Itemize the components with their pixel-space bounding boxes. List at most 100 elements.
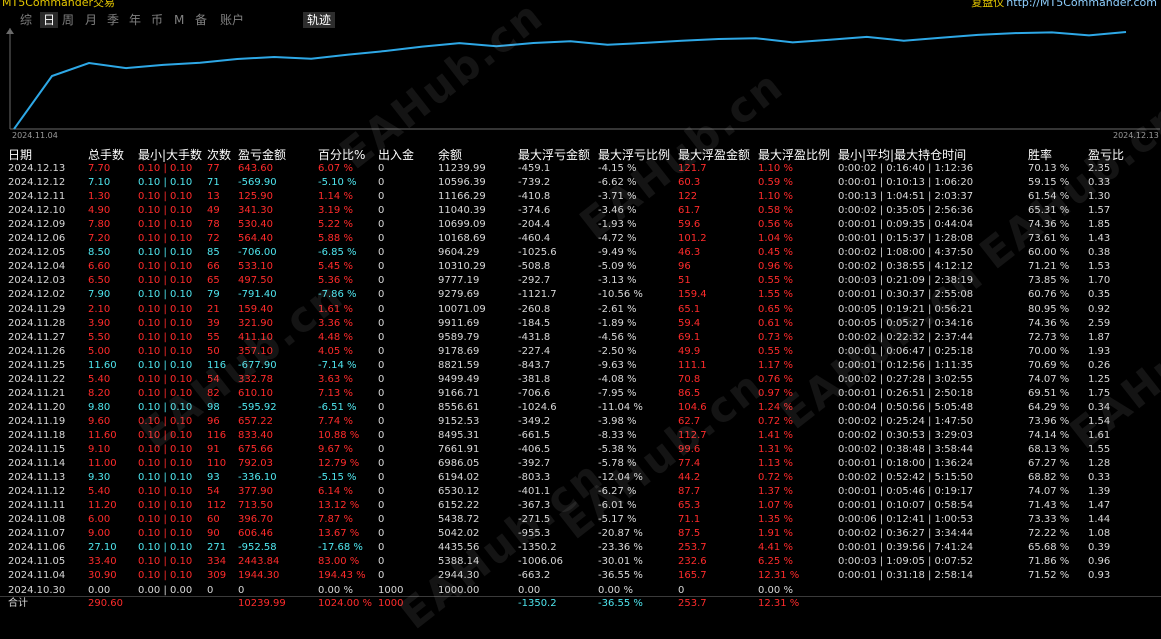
table-row[interactable]: 2024.11.21 8.20 0.10 | 0.10 82 610.10 7.13 % 0… xyxy=(0,387,1161,401)
cell-max-floating-loss: -292.7 xyxy=(518,275,551,287)
table-row[interactable]: 2024.12.05 8.50 0.10 | 0.10 85 -706.00 -6.85 … xyxy=(0,246,1161,260)
table-row[interactable]: 2024.11.19 9.60 0.10 | 0.10 96 657.22 7.74 % 0… xyxy=(0,415,1161,429)
table-row[interactable]: 2024.11.15 9.10 0.10 | 0.10 91 675.66 9.67 % 0… xyxy=(0,443,1161,457)
replay-label: 复盘仪 xyxy=(971,0,1005,9)
col-total-lots[interactable]: 总手数 xyxy=(88,146,124,163)
tab-track[interactable]: 轨迹 xyxy=(303,12,336,28)
cell-pct: -6.51 % xyxy=(318,401,357,413)
cell-win-rate: 65.31 % xyxy=(1028,205,1070,217)
table-row[interactable]: 2024.11.26 5.00 0.10 | 0.10 50 357.10 4.05 % 0… xyxy=(0,345,1161,359)
cell-date: 2024.12.03 xyxy=(8,275,66,287)
table-row[interactable]: 2024.11.27 5.50 0.10 | 0.10 55 411.10 4.48 % 0… xyxy=(0,331,1161,345)
cell-deposit: 0 xyxy=(378,415,385,427)
cell-count: 78 xyxy=(207,219,220,231)
table-row[interactable]: 2024.11.12 5.40 0.10 | 0.10 54 377.90 6.14 % 0… xyxy=(0,485,1161,499)
table-row[interactable]: 2024.11.20 9.80 0.10 | 0.10 98 -595.92 -6.51 … xyxy=(0,401,1161,415)
tab-month[interactable]: 月 xyxy=(85,12,97,28)
table-row[interactable]: 2024.11.06 27.10 0.10 | 0.10 271 -952.58 -17.… xyxy=(0,541,1161,555)
col-profit-factor[interactable]: 盈亏比 xyxy=(1088,146,1124,163)
tab-account[interactable]: 账户 xyxy=(220,12,244,28)
tab-m[interactable]: M xyxy=(174,12,184,28)
cell-max-floating-loss-pct: -6.01 % xyxy=(598,500,637,512)
cell-max-floating-loss-pct: -30.01 % xyxy=(598,556,643,568)
table-row[interactable]: 2024.12.09 7.80 0.10 | 0.10 78 530.40 5.22 % 0… xyxy=(0,218,1161,232)
col-max-floating-loss[interactable]: 最大浮亏金额 xyxy=(518,146,590,163)
tab-backup[interactable]: 备 xyxy=(195,12,207,28)
cell-date: 2024.11.07 xyxy=(8,528,66,540)
table-row[interactable]: 2024.11.05 33.40 0.10 | 0.10 334 2443.84 83.0… xyxy=(0,555,1161,569)
col-max-floating-profit-pct[interactable]: 最大浮盈比例 xyxy=(758,146,830,163)
col-deposit[interactable]: 出入金 xyxy=(378,146,414,163)
tab-quarter[interactable]: 季 xyxy=(107,12,119,28)
table-row[interactable]: 2024.11.11 11.20 0.10 | 0.10 112 713.50 13.12… xyxy=(0,499,1161,513)
cell-pnl: 713.50 xyxy=(238,500,273,512)
col-pnl[interactable]: 盈亏金额 xyxy=(238,146,286,163)
chart-end-date: 2024.12.13 xyxy=(1113,131,1159,140)
table-row[interactable]: 2024.11.22 5.40 0.10 | 0.10 54 332.78 3.63 % 0… xyxy=(0,373,1161,387)
cell-pnl: -336.10 xyxy=(238,472,277,484)
cell-win-rate: 72.73 % xyxy=(1028,331,1070,343)
cell-min-max-lots: 0.10 | 0.10 xyxy=(138,429,193,441)
table-row[interactable]: 2024.11.04 30.90 0.10 | 0.10 309 1944.30 194.… xyxy=(0,569,1161,583)
table-row[interactable]: 2024.12.04 6.60 0.10 | 0.10 66 533.10 5.45 % 0… xyxy=(0,260,1161,274)
cell-count: 66 xyxy=(207,261,220,273)
cell-max-floating-profit: 112.7 xyxy=(678,429,707,441)
table-row[interactable]: 2024.11.14 11.00 0.10 | 0.10 110 792.03 12.79… xyxy=(0,457,1161,471)
cell-pnl: 357.10 xyxy=(238,345,273,357)
col-count[interactable]: 次数 xyxy=(207,146,231,163)
table-row[interactable]: 2024.12.12 7.10 0.10 | 0.10 71 -569.90 -5.10 … xyxy=(0,176,1161,190)
tab-week[interactable]: 周 xyxy=(62,12,74,28)
table-row[interactable]: 2024.11.07 9.00 0.10 | 0.10 90 606.46 13.67 %… xyxy=(0,527,1161,541)
table-row[interactable]: 2024.11.28 3.90 0.10 | 0.10 39 321.90 3.36 % 0… xyxy=(0,317,1161,331)
table-row[interactable]: 2024.11.29 2.10 0.10 | 0.10 21 159.40 1.61 % 0… xyxy=(0,303,1161,317)
cell-total-lots: 6.00 xyxy=(88,514,111,526)
cell-balance: 8821.59 xyxy=(438,359,480,371)
table-row[interactable]: 2024.12.06 7.20 0.10 | 0.10 72 564.40 5.88 % 0… xyxy=(0,232,1161,246)
col-hold-time[interactable]: 最小|平均|最大持仓时间 xyxy=(838,146,966,163)
table-row[interactable]: 2024.12.02 7.90 0.10 | 0.10 79 -791.40 -7.86 … xyxy=(0,288,1161,302)
cell-date: 2024.11.13 xyxy=(8,472,66,484)
col-balance[interactable]: 余额 xyxy=(438,146,462,163)
cell-pnl: -706.00 xyxy=(238,247,277,259)
cell-win-rate: 71.43 % xyxy=(1028,500,1070,512)
table-row[interactable]: 2024.12.11 1.30 0.10 | 0.10 13 125.90 1.14 % 0… xyxy=(0,190,1161,204)
cell-pnl: -791.40 xyxy=(238,289,277,301)
cell-max-floating-profit-pct: 0.45 % xyxy=(758,247,793,259)
col-max-floating-profit[interactable]: 最大浮盈金额 xyxy=(678,146,750,163)
cell-min-max-lots: 0.10 | 0.10 xyxy=(138,570,193,582)
table-row[interactable]: 2024.12.13 7.70 0.10 | 0.10 77 643.60 6.07 % 0… xyxy=(0,162,1161,176)
cell-pnl: 564.40 xyxy=(238,233,273,245)
table-row[interactable]: 2024.12.10 4.90 0.10 | 0.10 49 341.30 3.19 % 0… xyxy=(0,204,1161,218)
tab-year[interactable]: 年 xyxy=(129,12,141,28)
cell-total-lots: 7.20 xyxy=(88,233,111,245)
cell-max-floating-profit-pct: 0.72 % xyxy=(758,415,793,427)
tab-symbol[interactable]: 币 xyxy=(151,12,163,28)
col-date[interactable]: 日期 xyxy=(8,146,32,163)
col-pct[interactable]: 百分比% xyxy=(318,146,365,163)
table-row[interactable]: 2024.11.18 11.60 0.10 | 0.10 116 833.40 10.88… xyxy=(0,429,1161,443)
cell-max-floating-profit-pct: 0.56 % xyxy=(758,219,793,231)
cell-date: 2024.11.11 xyxy=(8,500,66,512)
col-max-floating-loss-pct[interactable]: 最大浮亏比例 xyxy=(598,146,670,163)
cell-date: 2024.12.13 xyxy=(8,163,66,174)
col-min-max-lots[interactable]: 最小|大手数 xyxy=(138,146,202,163)
table-row[interactable]: 2024.11.13 9.30 0.10 | 0.10 93 -336.10 -5.15 … xyxy=(0,471,1161,485)
site-link[interactable]: http://MT5Commander.com xyxy=(1006,0,1157,9)
cell-balance: 5388.14 xyxy=(438,556,480,568)
col-win-rate[interactable]: 胜率 xyxy=(1028,146,1052,163)
cell-deposit: 0 xyxy=(378,345,385,357)
cell-deposit: 0 xyxy=(378,486,385,498)
table-row[interactable]: 2024.12.03 6.50 0.10 | 0.10 65 497.50 5.36 % 0… xyxy=(0,274,1161,288)
table-row[interactable]: 2024.11.08 6.00 0.10 | 0.10 60 396.70 7.87 % 0… xyxy=(0,513,1161,527)
cell-count: 91 xyxy=(207,444,220,455)
cell-profit-factor: 1.57 xyxy=(1088,205,1111,217)
cell-balance: 7661.91 xyxy=(438,444,480,455)
cell-max-floating-loss-pct: -20.87 % xyxy=(598,528,643,540)
cell-hold-time: 0:00:01 | 0:15:37 | 1:28:08 xyxy=(838,233,974,245)
table-row[interactable]: 2024.11.25 11.60 0.10 | 0.10 116 -677.90 -7.1… xyxy=(0,359,1161,373)
cell-max-floating-loss: -803.3 xyxy=(518,472,551,484)
tab-overview[interactable]: 综 xyxy=(20,12,32,28)
cell-deposit: 0 xyxy=(378,373,385,385)
tab-day[interactable]: 日 xyxy=(40,12,59,28)
cell-count: 13 xyxy=(207,191,220,203)
